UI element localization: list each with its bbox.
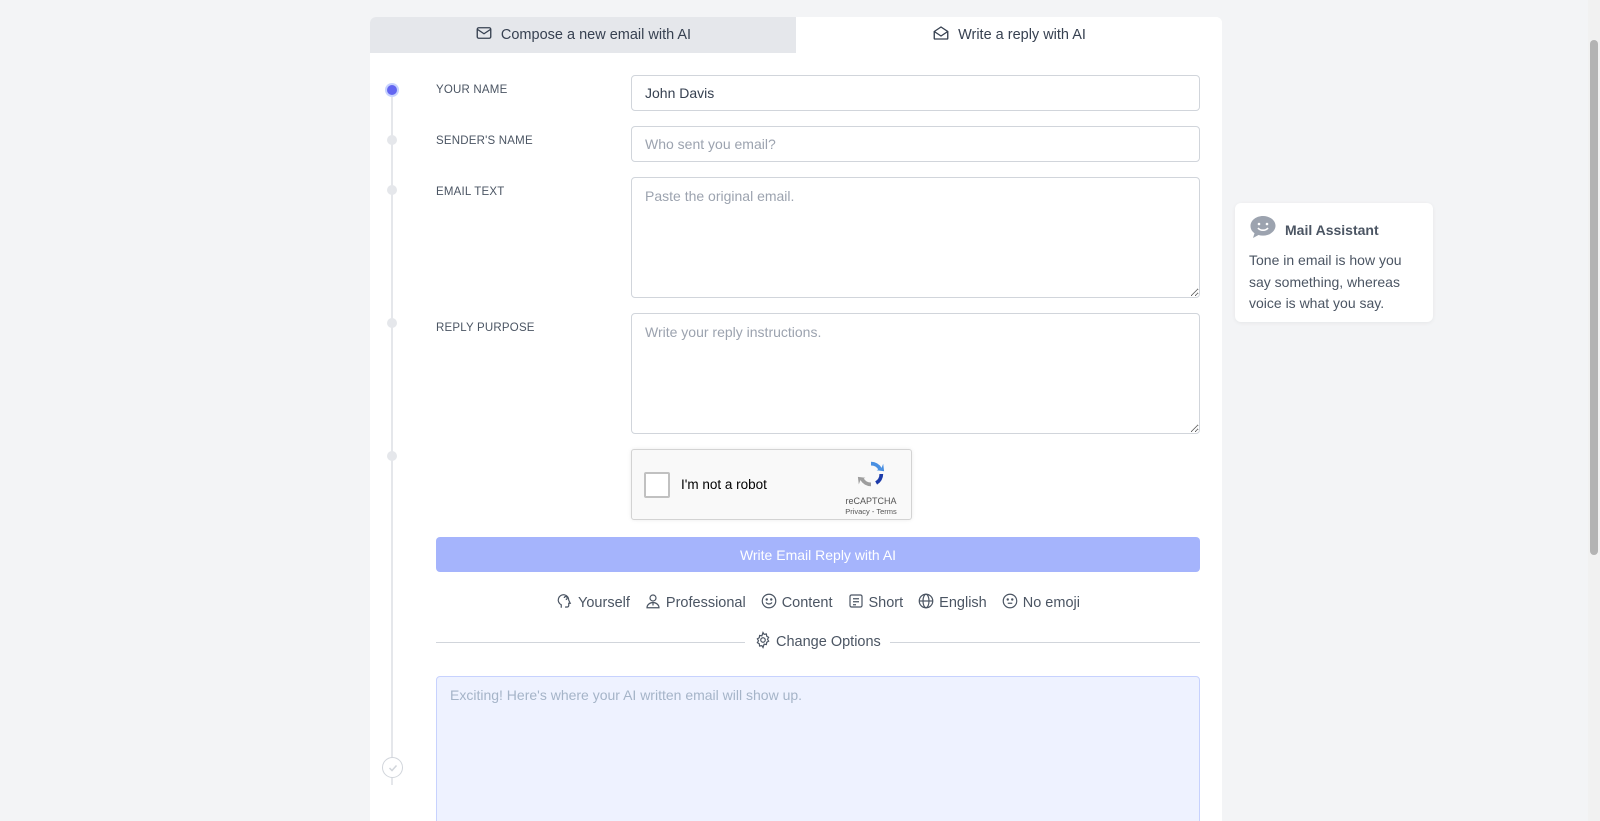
option-no-emoji[interactable]: No emoji	[1001, 592, 1080, 614]
reply-purpose-label: REPLY PURPOSE	[436, 322, 535, 334]
step-complete-check	[382, 757, 403, 778]
step-dot-your-name	[387, 85, 397, 95]
document-icon	[847, 592, 865, 614]
recaptcha-brand: reCAPTCHA	[845, 496, 897, 506]
recaptcha-widget: I'm not a robot reCAPTCHA Privacy - Term…	[631, 449, 912, 520]
ai-output-box[interactable]: Exciting! Here's where your AI written e…	[436, 676, 1200, 821]
assistant-chat-icon	[1249, 215, 1277, 244]
sender-name-input[interactable]	[631, 126, 1200, 162]
change-options-label: Change Options	[776, 634, 881, 650]
recaptcha-label: I'm not a robot	[681, 477, 767, 492]
option-short[interactable]: Short	[847, 592, 904, 614]
recaptcha-links[interactable]: Privacy - Terms	[841, 507, 901, 516]
option-professional[interactable]: Professional	[644, 592, 746, 614]
tab-reply-label: Write a reply with AI	[958, 27, 1086, 43]
tab-compose[interactable]: Compose a new email with AI	[370, 17, 796, 53]
step-dot-reply-purpose	[387, 318, 397, 328]
options-summary: Yourself Professional Content Short Engl…	[436, 592, 1200, 614]
gear-icon	[754, 631, 772, 653]
reply-purpose-input[interactable]	[631, 313, 1200, 434]
email-text-label: EMAIL TEXT	[436, 186, 505, 198]
sender-name-label: SENDER'S NAME	[436, 135, 533, 147]
ai-output-placeholder: Exciting! Here's where your AI written e…	[450, 687, 803, 703]
step-dot-email-text	[387, 185, 397, 195]
assistant-title: Mail Assistant	[1285, 221, 1379, 238]
option-short-label: Short	[868, 595, 904, 611]
option-english-label: English	[939, 595, 987, 611]
option-content-label: Content	[781, 595, 833, 611]
step-dot-captcha	[387, 451, 397, 461]
check-icon	[388, 764, 397, 772]
step-dot-sender-name	[387, 135, 397, 145]
your-name-input[interactable]	[631, 75, 1200, 111]
scrollbar[interactable]	[1588, 0, 1600, 821]
option-english[interactable]: English	[917, 592, 987, 614]
envelope-open-icon	[932, 24, 950, 46]
recaptcha-checkbox[interactable]	[644, 472, 670, 498]
person-icon	[644, 592, 662, 614]
envelope-icon	[475, 24, 493, 46]
option-yourself[interactable]: Yourself	[556, 592, 630, 614]
write-reply-button[interactable]: Write Email Reply with AI	[436, 537, 1200, 572]
email-text-input[interactable]	[631, 177, 1200, 298]
option-no-emoji-label: No emoji	[1022, 595, 1080, 611]
option-yourself-label: Yourself	[578, 595, 630, 611]
tab-reply[interactable]: Write a reply with AI	[796, 17, 1222, 53]
scrollbar-thumb[interactable]	[1590, 40, 1598, 555]
smile-icon	[760, 592, 778, 614]
recaptcha-logo: reCAPTCHA Privacy - Terms	[841, 459, 901, 516]
reply-card: Compose a new email with AI Write a repl…	[370, 17, 1222, 821]
tab-bar: Compose a new email with AI Write a repl…	[370, 17, 1222, 53]
mail-assistant-card: Mail Assistant Tone in email is how you …	[1235, 203, 1433, 322]
recaptcha-icon	[857, 461, 885, 487]
tab-compose-label: Compose a new email with AI	[500, 27, 692, 43]
globe-icon	[917, 592, 935, 614]
neutral-face-icon	[1001, 592, 1019, 614]
change-options-button[interactable]: Change Options	[745, 631, 890, 653]
your-name-label: YOUR NAME	[436, 84, 508, 96]
assistant-tip: Tone in email is how you say something, …	[1249, 252, 1402, 311]
head-icon	[556, 592, 574, 614]
option-professional-label: Professional	[665, 595, 746, 611]
option-content[interactable]: Content	[760, 592, 833, 614]
